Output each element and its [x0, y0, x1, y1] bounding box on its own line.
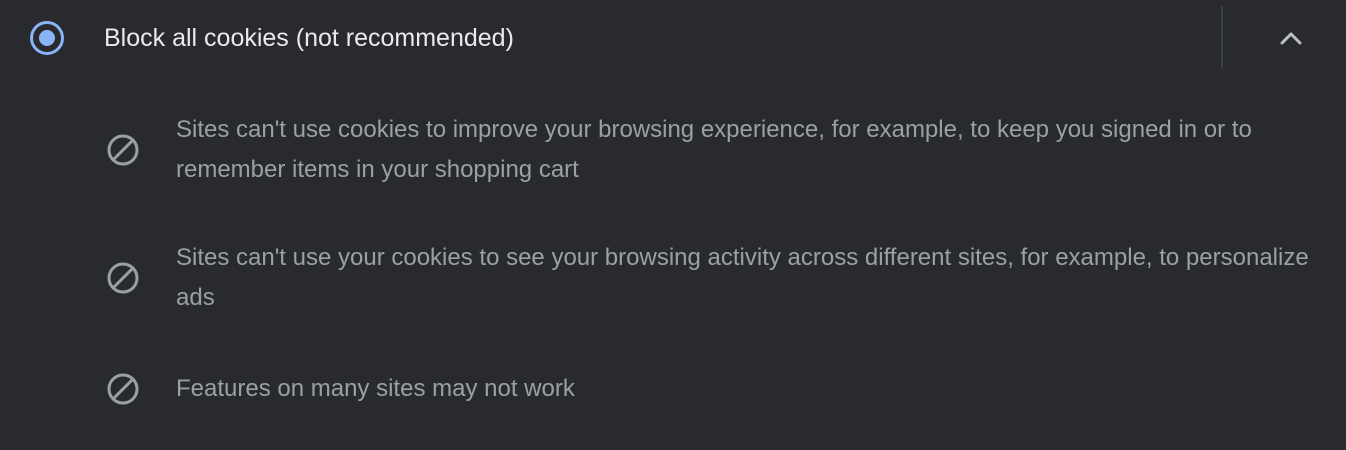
collapse-button[interactable] — [1265, 16, 1317, 60]
radio-selected-dot — [39, 30, 55, 46]
block-icon — [107, 262, 139, 294]
radio-button-block-all[interactable] — [30, 21, 64, 55]
bullet-item: Features on many sites may not work — [0, 369, 1346, 409]
bullet-text: Sites can't use cookies to improve your … — [176, 116, 1252, 183]
divider — [1221, 6, 1223, 68]
block-icon — [107, 134, 139, 166]
cookie-option-block-all[interactable]: Block all cookies (not recommended) — [0, 0, 1346, 74]
bullet-text: Sites can't use your cookies to see your… — [176, 244, 1309, 311]
bullet-text: Features on many sites may not work — [176, 375, 575, 402]
option-label[interactable]: Block all cookies (not recommended) — [104, 22, 514, 54]
chevron-up-icon — [1280, 32, 1302, 45]
bullet-item: Sites can't use your cookies to see your… — [0, 238, 1346, 318]
bullet-item: Sites can't use cookies to improve your … — [0, 110, 1346, 190]
block-icon — [107, 373, 139, 405]
